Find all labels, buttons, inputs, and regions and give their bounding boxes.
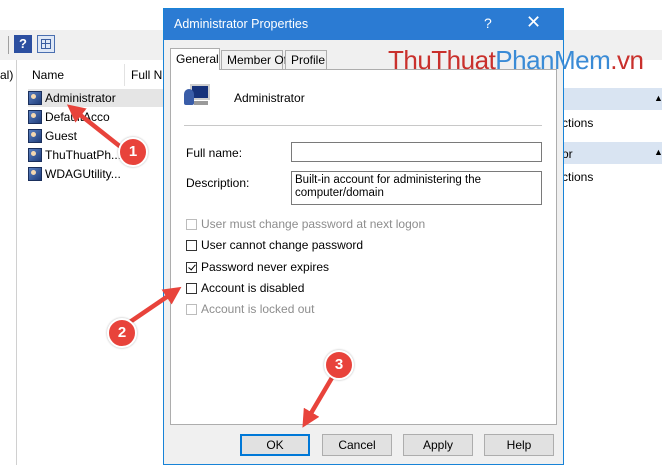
apply-button[interactable]: Apply xyxy=(403,434,473,456)
checkbox-label: Account is locked out xyxy=(201,302,315,316)
toolbar-separator xyxy=(8,36,9,54)
checkbox-box[interactable] xyxy=(186,240,197,251)
user-row-defaultaccount[interactable]: DefaultAcco xyxy=(28,108,110,126)
user-name: DefaultAcco xyxy=(45,110,110,124)
close-icon[interactable]: ✕ xyxy=(526,12,541,33)
checkbox-account-disabled[interactable]: Account is disabled xyxy=(186,281,304,295)
help-button[interactable]: ? xyxy=(484,15,492,31)
console-tree-fragment: al) xyxy=(0,68,14,82)
checkbox-label: User must change password at next logon xyxy=(201,217,426,231)
actions-item[interactable]: ctions xyxy=(562,170,593,184)
dialog-title: Administrator Properties xyxy=(174,17,309,31)
account-username: Administrator xyxy=(234,91,305,105)
checkbox-box[interactable] xyxy=(186,304,197,315)
user-name: Administrator xyxy=(45,91,116,105)
checkbox-box[interactable] xyxy=(186,283,197,294)
checkbox-label: User cannot change password xyxy=(201,238,364,252)
full-name-field[interactable] xyxy=(291,142,542,162)
dialog-titlebar[interactable]: Administrator Properties ? ✕ xyxy=(164,9,563,40)
column-separator[interactable] xyxy=(124,64,125,86)
collapse-arrow-icon[interactable]: ▲ xyxy=(654,93,662,103)
console-tree-pane xyxy=(0,60,17,465)
checkbox-account-locked-out[interactable]: Account is locked out xyxy=(186,302,314,316)
full-name-label: Full name: xyxy=(186,146,243,160)
ok-button[interactable]: OK xyxy=(240,434,310,456)
user-row-wdagutility[interactable]: WDAGUtility... xyxy=(28,165,121,183)
checkbox-password-never-expires[interactable]: Password never expires xyxy=(186,260,329,274)
description-label: Description: xyxy=(186,176,250,190)
user-account-icon xyxy=(184,81,210,107)
tab-profile[interactable]: Profile xyxy=(285,50,327,69)
user-name: WDAGUtility... xyxy=(45,167,121,181)
checkbox-must-change-password[interactable]: User must change password at next logon xyxy=(186,217,425,231)
user-icon xyxy=(28,148,42,162)
user-icon xyxy=(28,91,42,105)
user-name: ThuThuatPh... xyxy=(45,148,122,162)
column-header-full-name[interactable]: Full N xyxy=(131,66,162,84)
callout-badge-1: 1 xyxy=(118,137,148,167)
checkbox-label: Password never expires xyxy=(201,260,330,274)
show-hide-pane-icon[interactable] xyxy=(37,35,55,53)
watermark-logo: ThuThuatPhanMem.vn xyxy=(388,45,644,76)
actions-section-header[interactable] xyxy=(558,88,662,110)
user-disabled-icon xyxy=(28,110,42,124)
callout-badge-2: 2 xyxy=(107,318,137,348)
checkbox-label: Account is disabled xyxy=(201,281,305,295)
watermark-part: ThuThuat xyxy=(388,45,496,75)
help-icon[interactable]: ? xyxy=(14,35,32,53)
cancel-button[interactable]: Cancel xyxy=(322,434,392,456)
checkbox-box[interactable] xyxy=(186,219,197,230)
help-dialog-button[interactable]: Help xyxy=(484,434,554,456)
user-name: Guest xyxy=(45,129,78,143)
tab-member-of[interactable]: Member Of xyxy=(221,50,287,69)
user-disabled-icon xyxy=(28,167,42,181)
user-row-administrator[interactable]: Administrator xyxy=(28,89,163,107)
actions-section-header[interactable] xyxy=(558,142,662,164)
actions-item[interactable]: ctions xyxy=(562,116,593,130)
checkbox-box[interactable] xyxy=(186,262,197,273)
user-row-guest[interactable]: Guest xyxy=(28,127,77,145)
user-row-thuthuatph[interactable]: ThuThuatPh... xyxy=(28,146,121,164)
description-field[interactable]: Built-in account for administering the c… xyxy=(291,171,542,205)
administrator-properties-dialog: Administrator Properties ? ✕ General Mem… xyxy=(163,8,564,465)
collapse-arrow-icon[interactable]: ▲ xyxy=(654,147,662,157)
callout-badge-3: 3 xyxy=(324,350,354,380)
tab-general[interactable]: General xyxy=(170,48,220,70)
user-disabled-icon xyxy=(28,129,42,143)
watermark-part: .vn xyxy=(610,45,644,75)
watermark-part: PhanMem xyxy=(495,45,611,75)
checkbox-cannot-change-password[interactable]: User cannot change password xyxy=(186,238,363,252)
column-header-name[interactable]: Name xyxy=(32,66,64,84)
divider xyxy=(184,125,542,126)
